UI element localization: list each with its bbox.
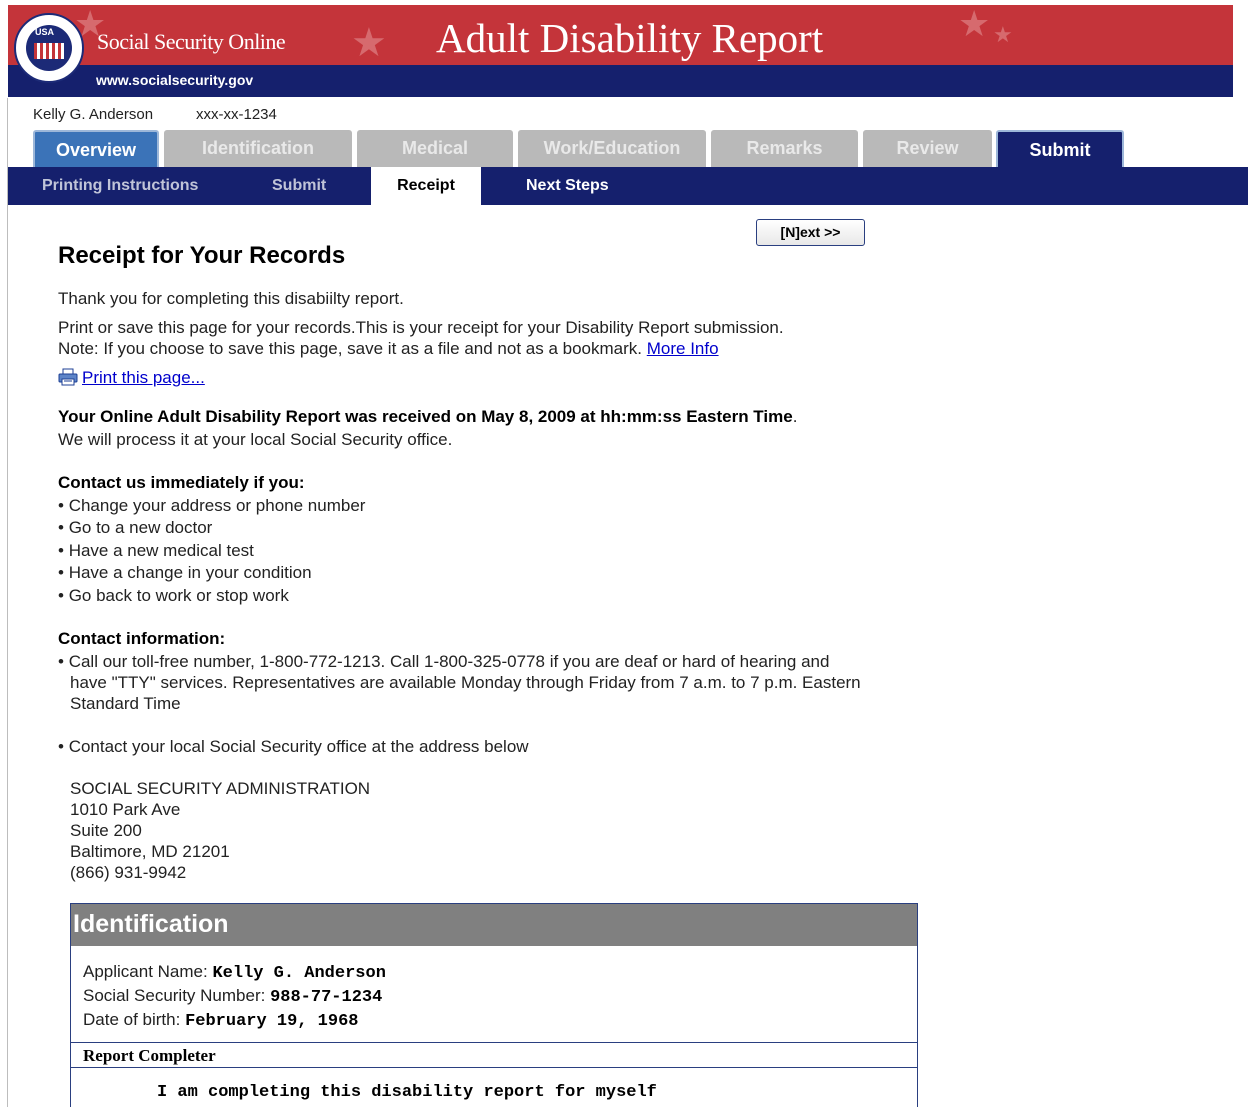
contact-heading: Contact us immediately if you:	[58, 473, 305, 492]
more-info-link[interactable]: More Info	[647, 339, 719, 358]
address-phone: (866) 931-9942	[70, 863, 187, 882]
identification-header: Identification	[71, 904, 917, 946]
address-line: Baltimore, MD 21201	[70, 842, 230, 861]
user-name: Kelly G. Anderson	[33, 106, 154, 123]
contact-item: • Go to a new doctor	[58, 518, 213, 537]
address-line: SOCIAL SECURITY ADMINISTRATION	[70, 779, 371, 798]
receipt-heading: Receipt for Your Records	[58, 242, 346, 269]
panel-divider	[71, 1042, 917, 1043]
subtab-receipt[interactable]: Receipt	[371, 167, 481, 205]
ssn-value: 988-77-1234	[270, 988, 383, 1007]
star-decoration-icon: ★	[351, 20, 387, 65]
print-page-link[interactable]: Print this page...	[82, 368, 205, 388]
site-name[interactable]: Social Security Online	[97, 29, 286, 55]
process-text: We will process it at your local Social …	[58, 430, 453, 449]
received-statement: Your Online Adult Disability Report was …	[58, 407, 797, 427]
subtab-printing-instructions[interactable]: Printing Instructions	[42, 167, 198, 205]
tab-overview[interactable]: Overview	[33, 130, 159, 167]
contact-item: • Go back to work or stop work	[58, 586, 289, 605]
tab-medical: Medical	[357, 130, 513, 167]
printer-icon[interactable]	[58, 368, 78, 386]
tab-review: Review	[863, 130, 992, 167]
contact-item: • Have a new medical test	[58, 541, 254, 560]
tab-submit[interactable]: Submit	[996, 130, 1124, 167]
next-button[interactable]: [N]ext >>	[756, 219, 865, 246]
call-info-line: Standard Time	[70, 694, 181, 713]
bookmark-note: Note: If you choose to save this page, s…	[58, 339, 719, 359]
identification-panel: Identification Applicant Name: Kelly G. …	[70, 903, 918, 1107]
identification-title: Identification	[73, 910, 229, 938]
contact-item: • Change your address or phone number	[58, 496, 366, 515]
address-line: 1010 Park Ave	[70, 800, 181, 819]
panel-divider	[71, 1067, 917, 1068]
address-line: Suite 200	[70, 821, 142, 840]
bookmark-note-text: Note: If you choose to save this page, s…	[58, 339, 643, 358]
applicant-name-row: Applicant Name: Kelly G. Anderson	[83, 962, 386, 983]
report-completer-label: Report Completer	[83, 1046, 216, 1065]
dob-value: February 19, 1968	[185, 1012, 359, 1031]
site-banner: ★ ★ ★ ★ USA Social Security Online www.s…	[8, 5, 1233, 97]
ssn-row: Social Security Number: 988-77-1234	[83, 986, 383, 1007]
tab-identification: Identification	[164, 130, 352, 167]
contact-item: • Have a change in your condition	[58, 563, 312, 582]
print-save-text: Print or save this page for your records…	[58, 318, 784, 337]
dob-row: Date of birth: February 19, 1968	[83, 1010, 359, 1031]
received-text: Your Online Adult Disability Report was …	[58, 407, 793, 426]
page-left-rule	[7, 98, 8, 1107]
user-ssn: xxx-xx-1234	[196, 106, 277, 123]
sub-navigation: Printing Instructions Submit Receipt Nex…	[8, 167, 1248, 205]
subtab-submit[interactable]: Submit	[272, 167, 326, 205]
page-title: Adult Disability Report	[436, 15, 824, 61]
contact-info-heading: Contact information:	[58, 629, 226, 648]
received-period: .	[792, 407, 798, 426]
tab-remarks: Remarks	[711, 130, 858, 167]
subtab-next-steps[interactable]: Next Steps	[526, 167, 609, 205]
call-info-line: have "TTY" services. Representatives are…	[70, 673, 861, 692]
ssa-seal-logo: USA	[14, 13, 84, 83]
tab-work-education: Work/Education	[518, 130, 706, 167]
report-completer-value: I am completing this disability report f…	[157, 1083, 657, 1102]
call-info-line: • Call our toll-free number, 1-800-772-1…	[58, 652, 830, 671]
star-decoration-icon: ★	[993, 23, 1013, 48]
office-info: • Contact your local Social Security off…	[58, 737, 529, 756]
site-url[interactable]: www.socialsecurity.gov	[96, 72, 253, 88]
thank-you-text: Thank you for completing this disabiilty…	[58, 289, 404, 308]
applicant-name-value: Kelly G. Anderson	[212, 964, 386, 983]
star-decoration-icon: ★	[958, 5, 991, 45]
